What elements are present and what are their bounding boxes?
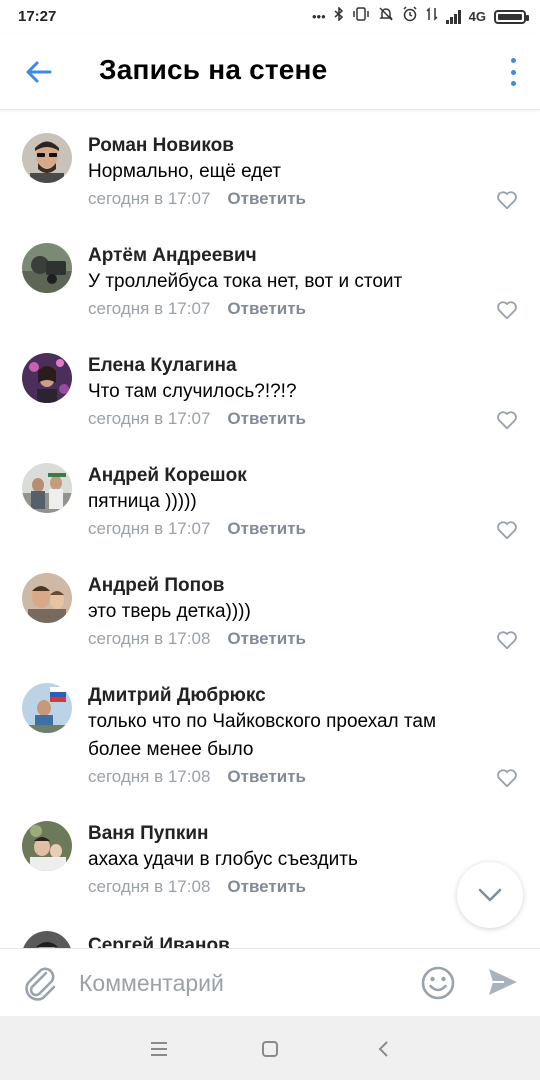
comment-text: это тверь детка))))	[88, 601, 251, 622]
reply-button[interactable]: Ответить	[227, 299, 306, 319]
reply-button[interactable]: Ответить	[227, 629, 306, 649]
bluetooth-icon	[334, 6, 344, 27]
comment-text-line-1: только что по Чайковского проехал там	[88, 711, 437, 732]
reply-button[interactable]: Ответить	[227, 189, 306, 209]
avatar[interactable]	[22, 683, 72, 733]
send-icon[interactable]	[486, 965, 520, 999]
status-icons: ••• 4G	[312, 6, 529, 28]
comment-text: пятница )))))	[88, 491, 197, 512]
avatar[interactable]	[22, 573, 72, 623]
status-bar: 17:27 ••• 4G	[0, 0, 540, 34]
comments-list: Роман Новиков Нормально, ещё едет сегодн…	[0, 110, 540, 948]
comment-author[interactable]: Елена Кулагина	[88, 355, 237, 377]
comment-author[interactable]: Андрей Корешок	[88, 465, 247, 487]
heart-icon[interactable]	[496, 409, 518, 431]
comment-meta: сегодня в 17:07 Ответить	[88, 519, 306, 539]
comment-time: сегодня в 17:08	[88, 767, 211, 786]
reply-button[interactable]: Ответить	[227, 767, 306, 787]
reply-button[interactable]: Ответить	[227, 877, 306, 897]
comment-author[interactable]: Сергей Иванов	[88, 935, 230, 948]
dots-icon: •••	[312, 9, 326, 24]
comment-meta: сегодня в 17:07 Ответить	[88, 189, 306, 209]
arrow-left-icon	[26, 61, 52, 83]
reply-button[interactable]: Ответить	[227, 519, 306, 539]
comment-author[interactable]: Ваня Пупкин	[88, 823, 209, 845]
heart-icon[interactable]	[496, 629, 518, 651]
vibrate-icon	[352, 7, 370, 27]
comment-input[interactable]	[79, 965, 399, 1001]
avatar[interactable]	[22, 463, 72, 513]
system-nav-bar	[0, 1016, 540, 1080]
home-square-icon[interactable]	[255, 1034, 285, 1064]
more-vertical-icon	[510, 58, 516, 63]
comment-text-line-2: более менее было	[88, 739, 254, 760]
comment-time: сегодня в 17:07	[88, 409, 211, 428]
comment-composer	[0, 948, 540, 1016]
heart-icon[interactable]	[496, 767, 518, 789]
comment-author[interactable]: Андрей Попов	[88, 575, 224, 597]
back-button[interactable]	[16, 52, 60, 92]
comment-text: Что там случилось?!?!?	[88, 381, 297, 402]
back-chevron-icon[interactable]	[368, 1034, 398, 1064]
comment-time: сегодня в 17:07	[88, 189, 211, 208]
chevron-down-icon	[478, 888, 502, 902]
network-type: 4G	[468, 9, 486, 24]
data-arrows-icon	[426, 7, 438, 27]
comment-meta: сегодня в 17:07 Ответить	[88, 299, 306, 319]
comment-text: У троллейбуса тока нет, вот и стоит	[88, 271, 403, 292]
comment-text: Нормально, ещё едет	[88, 161, 282, 182]
paperclip-icon[interactable]	[22, 963, 58, 1003]
comment-meta: сегодня в 17:08 Ответить	[88, 877, 306, 897]
status-time: 17:27	[18, 8, 57, 25]
app-header: Запись на стене	[0, 34, 540, 110]
comment-author[interactable]: Артём Андреевич	[88, 245, 257, 267]
avatar[interactable]	[22, 821, 72, 871]
comment-time: сегодня в 17:08	[88, 629, 211, 648]
comment-time: сегодня в 17:08	[88, 877, 211, 896]
heart-icon[interactable]	[496, 519, 518, 541]
avatar[interactable]	[22, 353, 72, 403]
avatar[interactable]	[22, 243, 72, 293]
avatar[interactable]	[22, 133, 72, 183]
comment-meta: сегодня в 17:07 Ответить	[88, 409, 306, 429]
heart-icon[interactable]	[496, 299, 518, 321]
comment-time: сегодня в 17:07	[88, 299, 211, 318]
comment-author[interactable]: Дмитрий Дюбрюкс	[88, 685, 266, 707]
menu-icon[interactable]	[144, 1034, 174, 1064]
comment-text: ахаха удачи в глобус съездить	[88, 849, 358, 870]
smiley-icon[interactable]	[420, 965, 456, 1001]
more-options-button[interactable]	[506, 58, 520, 86]
reply-button[interactable]: Ответить	[227, 409, 306, 429]
heart-icon[interactable]	[496, 189, 518, 211]
signal-icon	[445, 10, 461, 24]
comment-author[interactable]: Роман Новиков	[88, 135, 234, 157]
comment-meta: сегодня в 17:08 Ответить	[88, 767, 306, 787]
alarm-icon	[402, 6, 418, 28]
avatar[interactable]	[22, 931, 72, 948]
mute-icon	[378, 6, 394, 28]
comment-meta: сегодня в 17:08 Ответить	[88, 629, 306, 649]
page-title: Запись на стене	[99, 54, 328, 85]
scroll-down-button[interactable]	[457, 862, 523, 928]
battery-icon	[494, 10, 529, 24]
comment-time: сегодня в 17:07	[88, 519, 211, 538]
